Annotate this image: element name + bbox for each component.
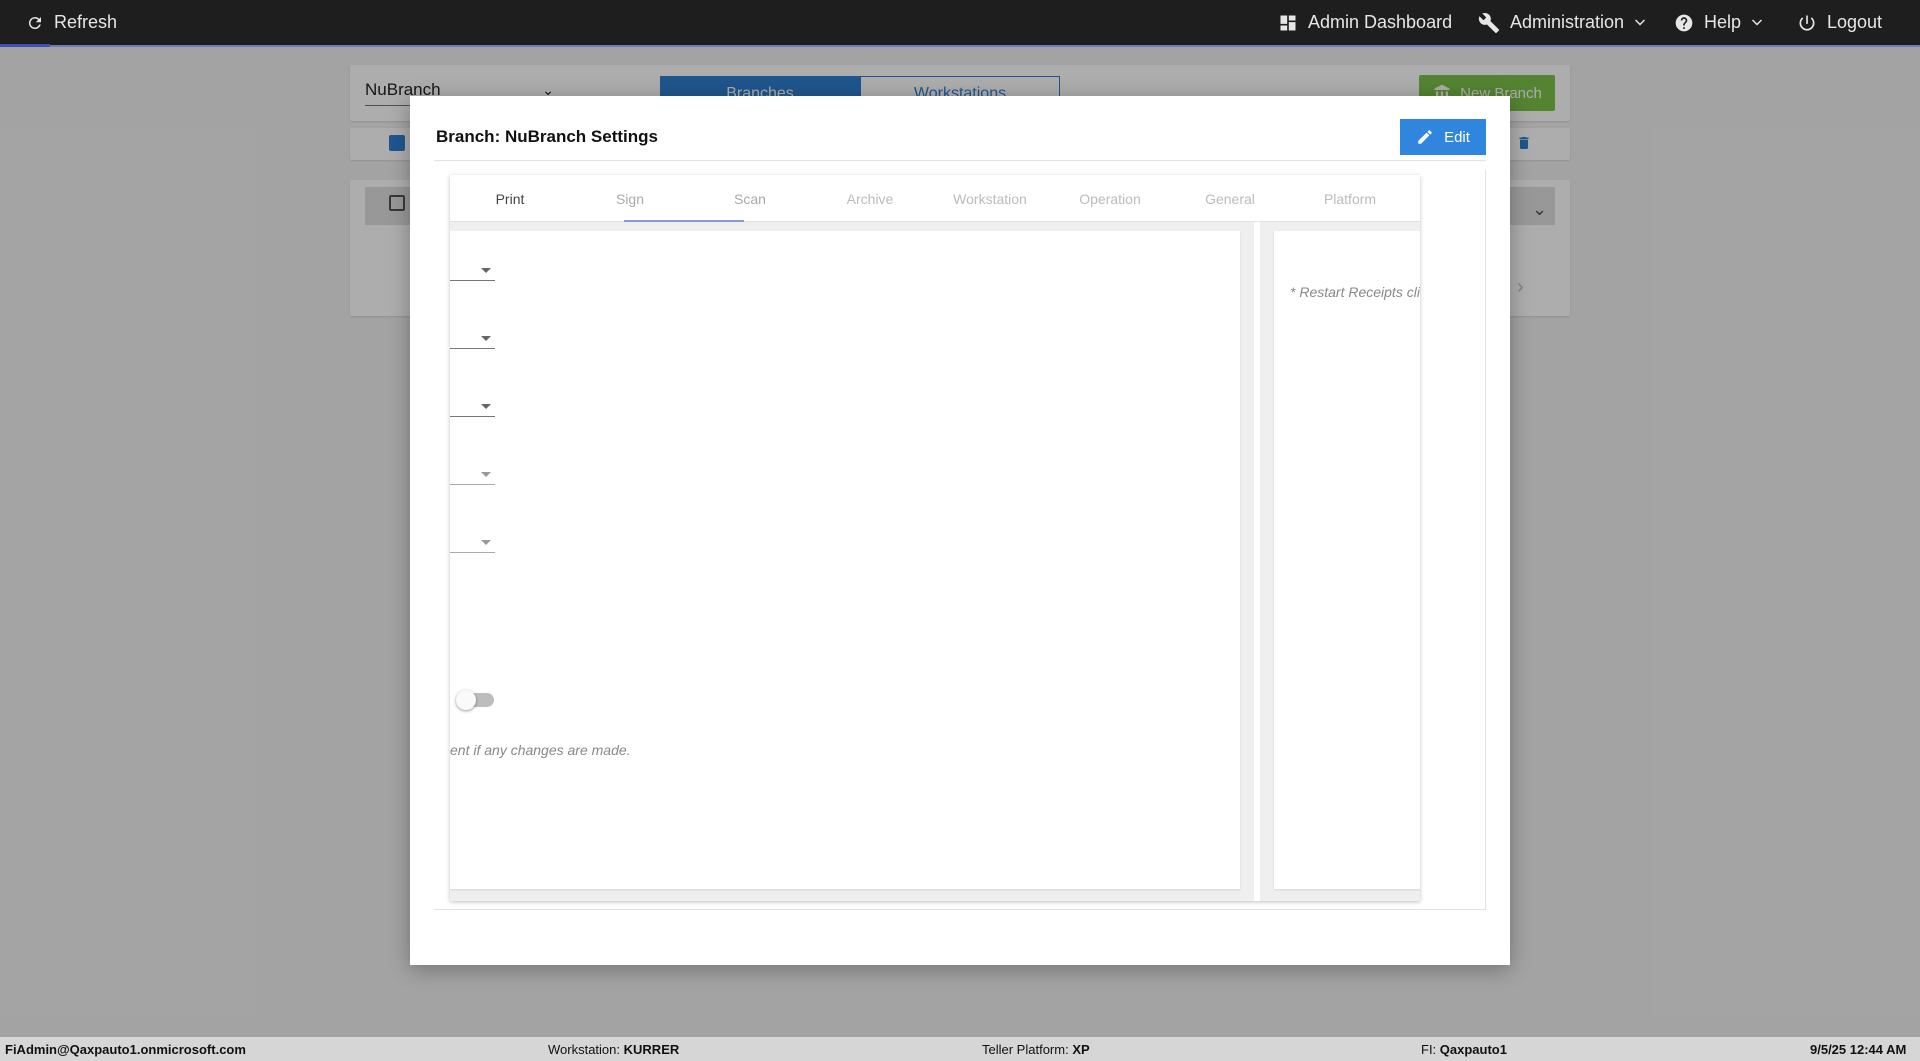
- status-user: FiAdmin@Qaxpauto1.onmicrosoft.com: [5, 1042, 246, 1057]
- status-platform: Teller Platform: XP: [982, 1042, 1090, 1057]
- settings-tabs: Print Sign Scan Archive Workstation Oper…: [450, 175, 1420, 222]
- edit-label: Edit: [1444, 128, 1470, 146]
- logout-label: Logout: [1827, 12, 1883, 32]
- help-label: Help: [1704, 12, 1742, 32]
- side-info-pane: * Restart Receipts cli: [1274, 231, 1420, 889]
- pencil-icon: [1418, 130, 1432, 144]
- status-fi: FI: Qaxpauto1: [1421, 1042, 1507, 1057]
- power-icon: [1799, 15, 1815, 31]
- dialog-header: Branch: NuBranch Settings Edit: [434, 119, 1486, 161]
- refresh-icon: [28, 16, 41, 29]
- printer-select[interactable]: [450, 329, 495, 349]
- settings-card: Print Sign Scan Archive Workstation Oper…: [450, 175, 1420, 901]
- tab-operation[interactable]: Operation: [1050, 175, 1170, 222]
- help-menu[interactable]: Help: [1674, 0, 1763, 45]
- settings-toggle-switch[interactable]: [456, 690, 494, 710]
- refresh-label: Refresh: [54, 12, 118, 32]
- dropdown-arrow-icon: [481, 540, 491, 545]
- dropdown-arrow-icon: [481, 404, 491, 409]
- tab-scan[interactable]: Scan: [690, 175, 810, 222]
- wrench-icon: [1478, 12, 1500, 33]
- chevron-down-icon: [1635, 19, 1646, 25]
- tab-print[interactable]: Print: [450, 175, 570, 222]
- logout-button[interactable]: Logout: [1797, 0, 1882, 45]
- dropdown-arrow-icon: [481, 472, 491, 477]
- tab-general[interactable]: General: [1170, 175, 1290, 222]
- tab-sign[interactable]: Sign: [570, 175, 690, 222]
- admin-dashboard-label: Admin Dashboard: [1308, 12, 1453, 32]
- refresh-button[interactable]: Refresh: [26, 0, 117, 45]
- printer-select[interactable]: [450, 533, 495, 553]
- settings-form-pane: ent if any changes are made.: [450, 231, 1240, 889]
- restart-note: ent if any changes are made.: [450, 742, 631, 758]
- tab-workstation[interactable]: Workstation: [930, 175, 1050, 222]
- status-workstation: Workstation: KURRER: [548, 1042, 680, 1057]
- top-navbar: Refresh Admin Dashboard Administration H…: [0, 0, 1920, 47]
- status-bar: FiAdmin@Qaxpauto1.onmicrosoft.com Workst…: [0, 1037, 1920, 1061]
- help-icon: [1675, 14, 1693, 31]
- administration-label: Administration: [1510, 12, 1625, 32]
- status-datetime: 9/5/25 12:44 AM: [1810, 1042, 1907, 1057]
- printer-select[interactable]: [450, 397, 495, 417]
- dropdown-arrow-icon: [481, 268, 491, 273]
- tab-platform[interactable]: Platform: [1290, 175, 1410, 222]
- edit-button[interactable]: Edit: [1400, 119, 1486, 155]
- toggle-knob: [456, 690, 476, 710]
- branch-settings-dialog: Branch: NuBranch Settings Edit Print Sig…: [410, 96, 1510, 965]
- printer-select[interactable]: [450, 261, 495, 281]
- admin-dashboard-link[interactable]: Admin Dashboard: [1278, 0, 1452, 45]
- tab-archive[interactable]: Archive: [810, 175, 930, 222]
- pane-divider: [1254, 222, 1260, 901]
- dashboard-icon: [1280, 15, 1296, 30]
- dialog-title: Branch: NuBranch Settings: [436, 127, 658, 146]
- chevron-down-icon: [1752, 19, 1763, 25]
- dropdown-arrow-icon: [481, 336, 491, 341]
- printer-select[interactable]: [450, 465, 495, 485]
- administration-menu[interactable]: Administration: [1478, 0, 1646, 45]
- restart-receipts-note: * Restart Receipts cli: [1290, 284, 1420, 300]
